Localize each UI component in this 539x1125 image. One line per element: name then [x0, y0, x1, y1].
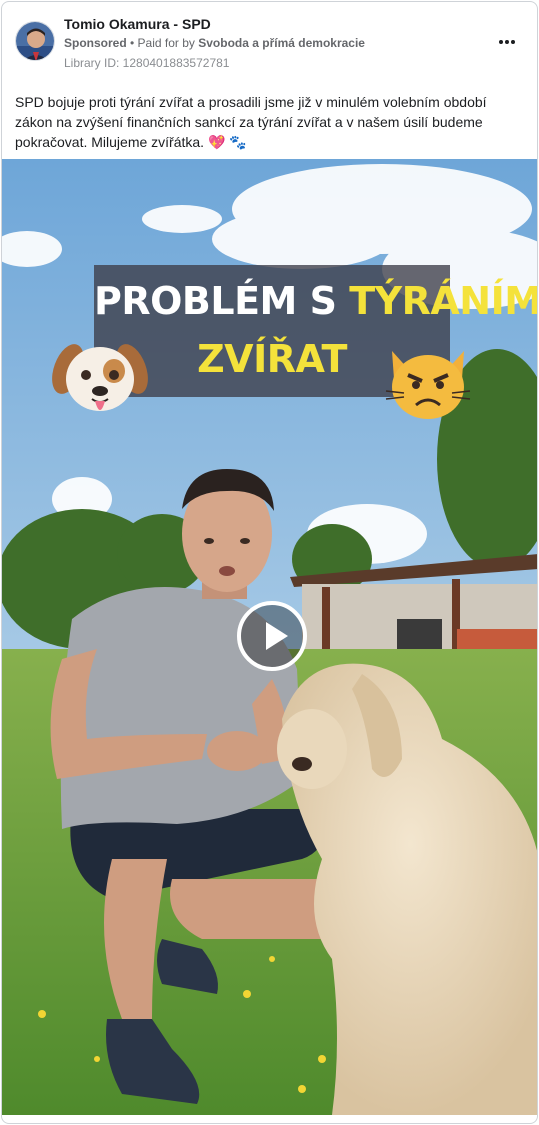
title-yellow-part: TÝRÁNÍM: [349, 279, 538, 323]
post-header: Tomio Okamura - SPD Sponsored • Paid for…: [2, 2, 537, 82]
angry-cat-emoji-icon: [380, 331, 476, 427]
more-dot: [505, 40, 509, 44]
play-button[interactable]: [237, 601, 307, 671]
ad-card: Tomio Okamura - SPD Sponsored • Paid for…: [1, 1, 538, 1124]
more-options-button[interactable]: [495, 30, 519, 54]
ad-body-text: SPD bojuje proti týrání zvířat a prosadi…: [15, 94, 487, 150]
dog-face-emoji-icon: [52, 331, 148, 427]
play-icon: [266, 622, 288, 650]
title-white-part: PROBLÉM S: [94, 279, 350, 323]
sponsored-line: Sponsored • Paid for by Svoboda a přímá …: [64, 36, 365, 50]
video-title-line1: PROBLÉM S TÝRÁNÍM: [94, 279, 537, 323]
more-dot: [511, 40, 516, 44]
sponsored-label: Sponsored: [64, 36, 127, 50]
video-player[interactable]: PROBLÉM S TÝRÁNÍM ZVÍŘAT: [2, 159, 537, 1115]
more-horizontal-icon: [498, 40, 503, 44]
paid-for-prefix: Paid for by: [137, 36, 199, 50]
library-id: Library ID: 1280401883572781: [64, 56, 230, 70]
page-name[interactable]: Tomio Okamura - SPD: [64, 16, 211, 32]
payer-name[interactable]: Svoboda a přímá demokracie: [198, 36, 365, 50]
page-avatar[interactable]: [15, 21, 55, 61]
meta-separator: •: [126, 36, 138, 50]
